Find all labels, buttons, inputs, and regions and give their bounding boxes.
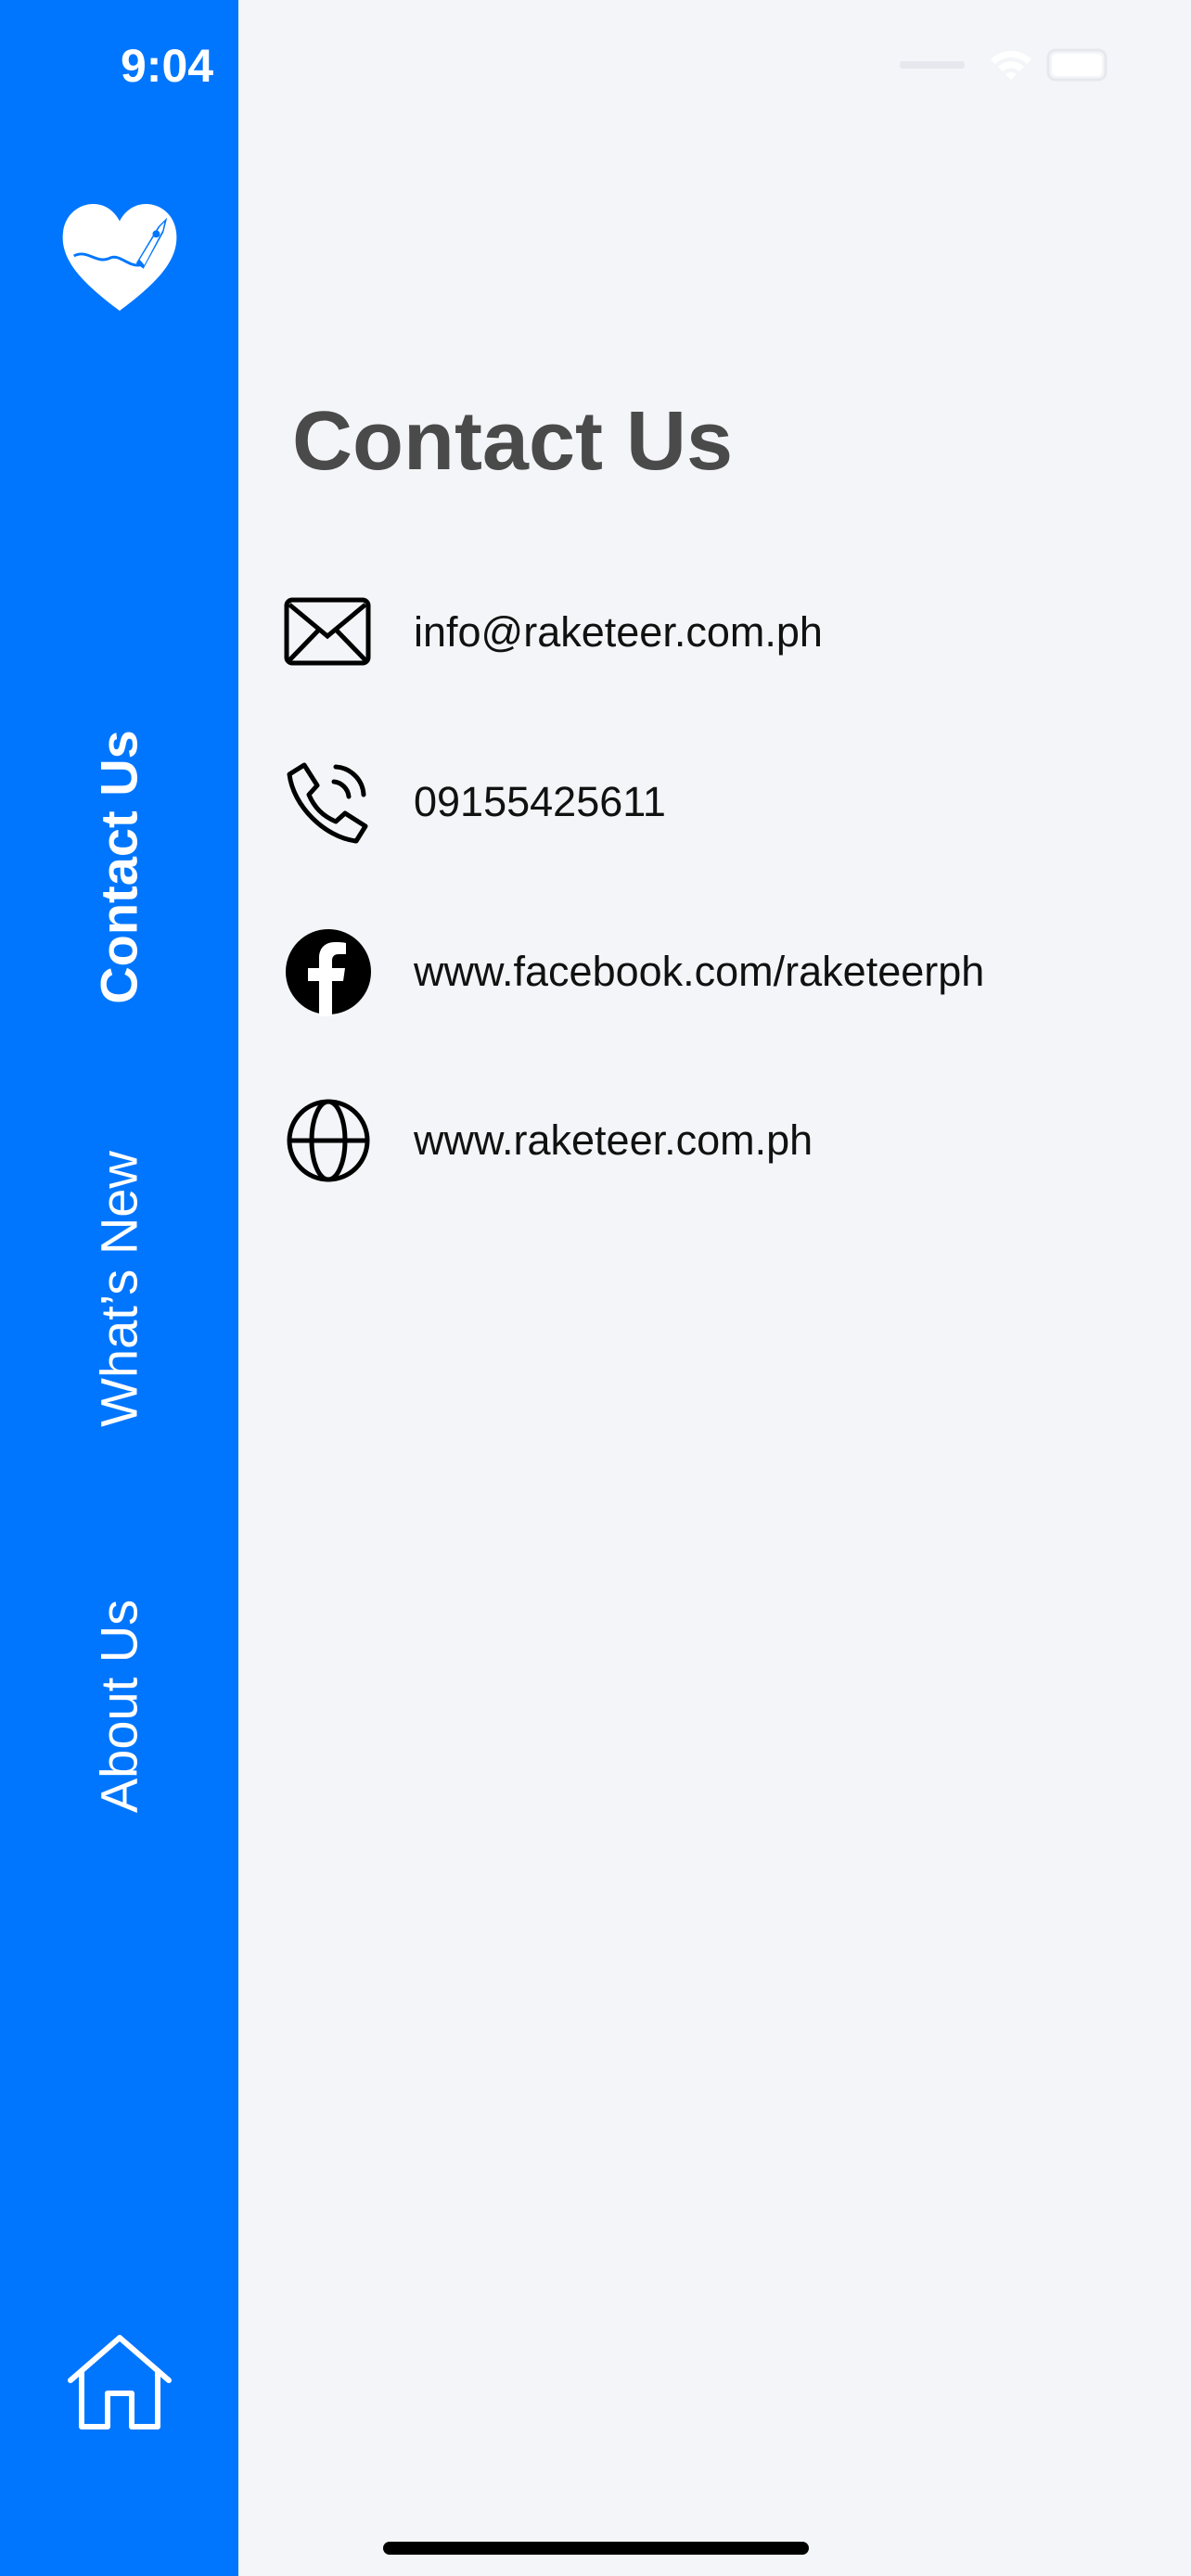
sidebar: 9:04 Contact Us What’s New About Us bbox=[0, 0, 238, 2576]
phone-text: 09155425611 bbox=[414, 778, 666, 825]
sidebar-item-about-us[interactable]: About Us bbox=[90, 1600, 332, 1813]
email-text: info@raketeer.com.ph bbox=[414, 608, 823, 656]
facebook-icon bbox=[286, 929, 371, 1016]
home-icon[interactable] bbox=[65, 2332, 174, 2432]
envelope-icon bbox=[284, 597, 371, 666]
wifi-icon bbox=[991, 50, 1031, 80]
globe-icon bbox=[287, 1099, 370, 1182]
contact-facebook[interactable]: www.facebook.com/raketeerph bbox=[284, 927, 1174, 1016]
status-time: 9:04 bbox=[121, 40, 214, 92]
contact-email[interactable]: info@raketeer.com.ph bbox=[284, 588, 1174, 677]
home-indicator[interactable] bbox=[383, 2542, 809, 2555]
sidebar-item-whats-new[interactable]: What’s New bbox=[90, 1151, 395, 1427]
website-text: www.raketeer.com.ph bbox=[414, 1116, 813, 1164]
contact-website[interactable]: www.raketeer.com.ph bbox=[284, 1096, 1174, 1185]
phone-icon bbox=[287, 762, 368, 844]
sidebar-item-contact-us[interactable]: Contact Us bbox=[90, 730, 393, 1004]
status-icons bbox=[900, 48, 1108, 82]
battery-icon bbox=[1046, 48, 1108, 82]
page-title: Contact Us bbox=[292, 395, 734, 488]
contact-phone[interactable]: 09155425611 bbox=[284, 758, 1174, 847]
facebook-text: www.facebook.com/raketeerph bbox=[414, 948, 985, 995]
app-logo[interactable] bbox=[56, 190, 184, 322]
